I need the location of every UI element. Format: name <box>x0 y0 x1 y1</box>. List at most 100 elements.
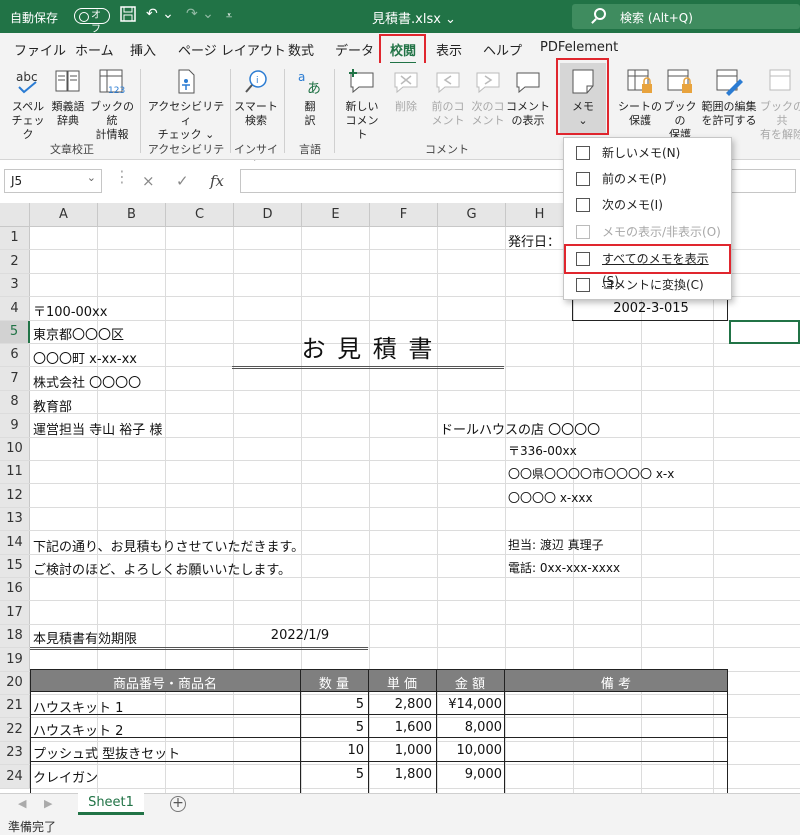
add-sheet-icon[interactable]: + <box>170 796 186 812</box>
row-header-18[interactable]: 18 <box>0 625 30 648</box>
column-header-a[interactable]: A <box>30 203 98 227</box>
row-header-11[interactable]: 11 <box>0 461 30 484</box>
shop-name: ドールハウスの店 〇〇〇〇 <box>440 423 601 438</box>
protect-workbook-button[interactable]: ブックの 保護 <box>660 67 700 142</box>
column-header-e[interactable]: E <box>302 203 370 227</box>
unshare-workbook-button[interactable]: ブックの共 有を解除 <box>758 67 800 142</box>
autosave-toggle[interactable]: オフ <box>74 8 110 35</box>
row-header-1[interactable]: 1 <box>0 227 30 250</box>
menu-new-memo[interactable]: 新しいメモ(N) <box>572 142 724 164</box>
row-header-19[interactable]: 19 <box>0 648 30 672</box>
insert-function-icon[interactable]: fx <box>210 172 224 190</box>
tab-insert[interactable]: 挿入 <box>130 40 156 59</box>
row-header-17[interactable]: 17 <box>0 601 30 625</box>
ribbon-separator <box>140 69 141 153</box>
sheet-tab-bar: ◀ ▶ Sheet1 + <box>0 793 800 815</box>
next-comment-button[interactable]: 次のコ メント <box>468 67 508 128</box>
row-header-6[interactable]: 6 <box>0 344 30 367</box>
row-header-10[interactable]: 10 <box>0 438 30 461</box>
spelling-button[interactable]: abc スペル チェック <box>8 67 48 142</box>
tab-formulas[interactable]: 数式 <box>288 40 314 59</box>
status-bar: 準備完了 <box>0 815 800 835</box>
client-address-1: 東京都〇〇〇区 <box>33 328 125 343</box>
tab-home[interactable]: ホーム <box>75 40 114 59</box>
tab-pdfelement[interactable]: PDFelement <box>540 40 618 55</box>
allow-edit-ranges-button[interactable]: 範囲の編集 を許可する <box>700 67 758 128</box>
redo-icon[interactable]: ↷ ⌄ <box>186 6 214 22</box>
svg-text:i: i <box>256 76 259 86</box>
save-icon[interactable] <box>120 6 136 26</box>
item-qty: 10 <box>347 743 364 758</box>
row-header-12[interactable]: 12 <box>0 484 30 508</box>
shop-phone: 電話: 0xx-xxx-xxxx <box>508 561 621 575</box>
thesaurus-button[interactable]: 類義語 辞典 <box>48 67 88 128</box>
row-header-22[interactable]: 22 <box>0 718 30 742</box>
selected-cell-j5[interactable] <box>729 320 800 344</box>
row-header-20[interactable]: 20 <box>0 672 30 695</box>
row-header-21[interactable]: 21 <box>0 695 30 718</box>
protect-sheet-button[interactable]: シートの 保護 <box>618 67 662 128</box>
svg-text:あ: あ <box>307 81 321 97</box>
row-header-8[interactable]: 8 <box>0 391 30 414</box>
row-header-4[interactable]: 4 <box>0 297 30 321</box>
undo-icon[interactable]: ↶ ⌄ <box>146 6 174 22</box>
tab-help[interactable]: ヘルプ <box>483 40 522 59</box>
menu-convert-to-comment[interactable]: コメントに変換(C) <box>572 274 724 296</box>
title-bar: 自動保存 オフ ↶ ⌄ ↷ ⌄ ⩡ 見積書.xlsx ⌄ 検索 (Alt+Q) <box>0 0 800 35</box>
tab-data[interactable]: データ <box>335 40 374 59</box>
memo-dropdown-menu: 新しいメモ(N) 前のメモ(P) 次のメモ(I) メモの表示/非表示(O) すべ… <box>563 137 732 300</box>
translate-icon: aあ <box>295 67 325 97</box>
column-header-c[interactable]: C <box>166 203 234 227</box>
row-header-7[interactable]: 7 <box>0 367 30 391</box>
check-accessibility-button[interactable]: アクセシビリティ チェック ⌄ <box>146 67 226 142</box>
new-memo-icon <box>576 146 590 160</box>
cancel-icon[interactable]: × <box>142 172 155 190</box>
column-header-d[interactable]: D <box>234 203 302 227</box>
tab-view[interactable]: 表示 <box>436 40 462 59</box>
name-box[interactable]: J5 <box>4 169 102 193</box>
previous-comment-button[interactable]: 前のコ メント <box>428 67 468 128</box>
group-proofing-label: 文章校正 <box>50 143 94 156</box>
search-placeholder: 検索 (Alt+Q) <box>620 11 693 25</box>
row-header-2[interactable]: 2 <box>0 250 30 274</box>
svg-text:123: 123 <box>108 86 125 96</box>
gridline-horizontal <box>0 483 800 484</box>
estimate-number: 2002-3-015 <box>613 301 689 316</box>
smart-lookup-button[interactable]: i スマート 検索 <box>234 67 278 128</box>
delete-comment-button[interactable]: 削除 <box>388 67 424 114</box>
row-header-15[interactable]: 15 <box>0 555 30 578</box>
menu-toggle-memo[interactable]: メモの表示/非表示(O) <box>572 221 724 243</box>
menu-next-memo[interactable]: 次のメモ(I) <box>572 194 724 216</box>
scroll-left-icon[interactable]: ◀ <box>18 797 26 810</box>
protect-workbook-icon <box>665 67 695 97</box>
column-header-f[interactable]: F <box>370 203 438 227</box>
row-header-3[interactable]: 3 <box>0 274 30 297</box>
translate-button[interactable]: aあ 翻訳 <box>292 67 328 128</box>
column-header-g[interactable]: G <box>438 203 506 227</box>
header-qty: 数 量 <box>318 677 350 692</box>
new-comment-button[interactable]: 新しい コメント <box>342 67 382 142</box>
customize-qat-icon[interactable]: ⩡ <box>226 9 232 23</box>
row-header-16[interactable]: 16 <box>0 578 30 601</box>
enter-icon[interactable]: ✓ <box>176 172 189 190</box>
workbook-statistics-button[interactable]: 123 ブックの統 計情報 <box>88 67 136 142</box>
intro-line-2: ご検討のほど、よろしくお願いいたします。 <box>33 563 292 578</box>
row-header-13[interactable]: 13 <box>0 508 30 531</box>
client-contact: 運営担当 寺山 裕子 様 <box>33 423 163 438</box>
row-header-5[interactable]: 5 <box>0 321 30 344</box>
search-box[interactable]: 検索 (Alt+Q) <box>572 4 800 29</box>
shop-postal: 〒336-00xx <box>508 444 577 458</box>
menu-previous-memo[interactable]: 前のメモ(P) <box>572 168 724 190</box>
row-header-23[interactable]: 23 <box>0 742 30 765</box>
sheet-tab-sheet1[interactable]: Sheet1 <box>78 793 144 815</box>
show-comments-button[interactable]: コメント の表示 <box>506 67 550 128</box>
select-all-corner[interactable] <box>0 203 30 227</box>
item-amount: 10,000 <box>456 743 503 758</box>
scroll-right-icon[interactable]: ▶ <box>44 797 52 810</box>
row-header-9[interactable]: 9 <box>0 414 30 438</box>
row-header-14[interactable]: 14 <box>0 531 30 555</box>
row-header-24[interactable]: 24 <box>0 765 30 789</box>
tab-file[interactable]: ファイル <box>14 40 66 59</box>
column-header-b[interactable]: B <box>98 203 166 227</box>
tab-page-layout[interactable]: ページ レイアウト <box>178 40 286 59</box>
